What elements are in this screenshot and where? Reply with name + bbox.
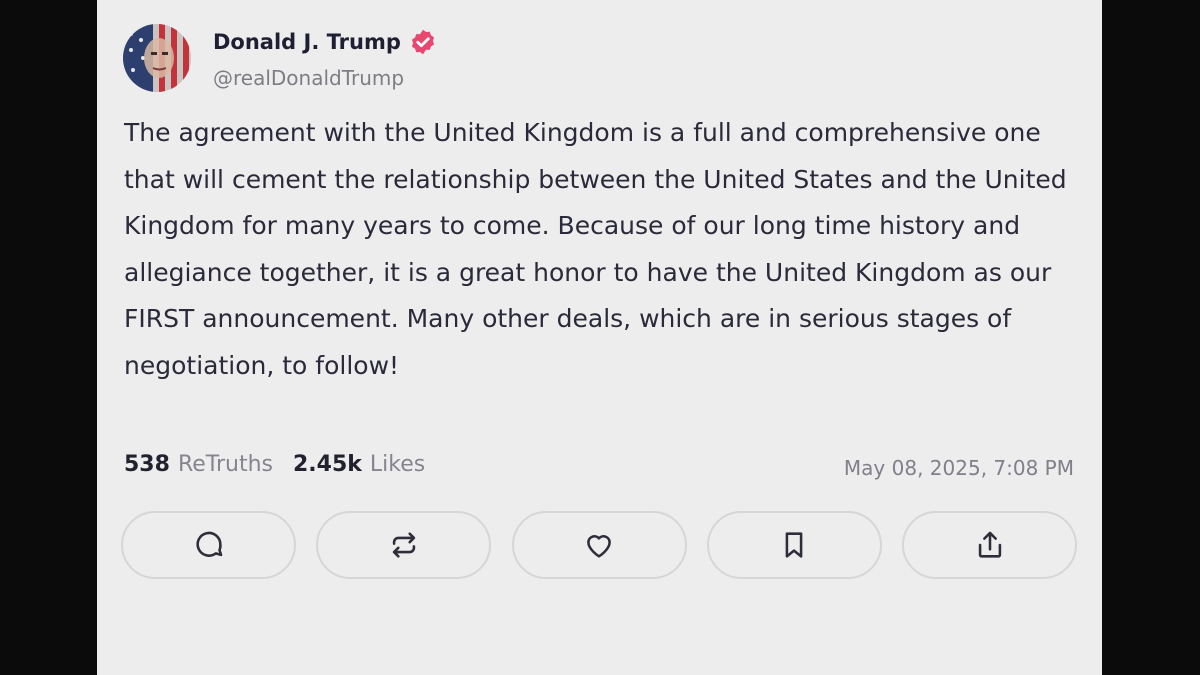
author-name-row[interactable]: Donald J. Trump (213, 28, 437, 56)
likes-count[interactable]: 2.45k (293, 452, 362, 477)
verified-badge-icon (411, 29, 434, 55)
avatar[interactable] (123, 24, 191, 92)
bookmark-button[interactable] (706, 511, 882, 579)
post-card: Donald J. Trump @realDonaldTrump The agr… (97, 0, 1102, 675)
reply-button[interactable] (121, 511, 296, 579)
author-name[interactable]: Donald J. Trump (213, 30, 401, 54)
avatar-image (123, 24, 191, 92)
share-icon (978, 531, 1001, 558)
post-stats: 538 ReTruths 2.45k Likes (124, 452, 425, 477)
like-button[interactable] (511, 511, 687, 579)
likes-label[interactable]: Likes (370, 452, 425, 477)
share-button[interactable] (902, 511, 1077, 579)
author-handle[interactable]: @realDonaldTrump (213, 66, 404, 90)
retruths-label[interactable]: ReTruths (178, 452, 273, 477)
post-timestamp[interactable]: May 08, 2025, 7:08 PM (844, 456, 1074, 480)
retruth-button[interactable] (316, 511, 492, 579)
bookmark-icon (785, 532, 803, 558)
action-bar (121, 511, 1077, 579)
post-text: The agreement with the United Kingdom is… (124, 118, 1067, 380)
retruth-icon (392, 532, 415, 558)
reply-icon (195, 531, 222, 557)
retruths-count[interactable]: 538 (124, 452, 170, 477)
heart-icon (587, 535, 611, 558)
